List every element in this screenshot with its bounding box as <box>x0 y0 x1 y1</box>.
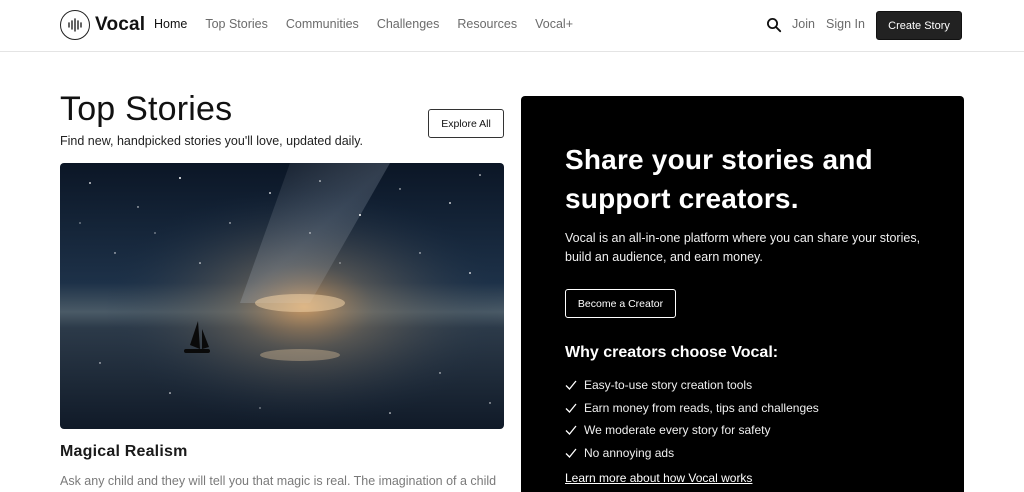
soundwave-logo-icon <box>60 10 90 40</box>
reason-text: Easy-to-use story creation tools <box>584 378 753 393</box>
reasons-list: Easy-to-use story creation tools Earn mo… <box>565 374 819 464</box>
reason-text: We moderate every story for safety <box>584 423 771 438</box>
creator-promo-panel: Share your stories and support creators.… <box>521 96 964 492</box>
become-creator-button[interactable]: Become a Creator <box>565 289 676 318</box>
check-icon <box>565 380 577 391</box>
reason-item: Earn money from reads, tips and challeng… <box>565 397 819 420</box>
top-stories-title: Top Stories <box>60 90 233 128</box>
check-icon <box>565 403 577 413</box>
reason-item: We moderate every story for safety <box>565 419 819 442</box>
featured-story-excerpt: Ask any child and they will tell you tha… <box>60 474 497 488</box>
reason-item: Easy-to-use story creation tools <box>565 374 819 397</box>
search-icon[interactable] <box>766 17 782 33</box>
nav-top-stories[interactable]: Top Stories <box>205 17 268 31</box>
check-icon <box>565 448 577 458</box>
reason-text: Earn money from reads, tips and challeng… <box>584 400 819 415</box>
join-link[interactable]: Join <box>792 17 815 31</box>
main-nav: Home Top Stories Communities Challenges … <box>154 17 591 31</box>
why-creators-heading: Why creators choose Vocal: <box>565 344 779 361</box>
sign-in-link[interactable]: Sign In <box>826 17 865 31</box>
create-story-button[interactable]: Create Story <box>876 11 962 40</box>
featured-story-title[interactable]: Magical Realism <box>60 443 188 461</box>
nav-resources[interactable]: Resources <box>457 17 517 31</box>
nav-home[interactable]: Home <box>154 17 187 31</box>
top-stories-subtitle: Find new, handpicked stories you'll love… <box>60 134 364 148</box>
reason-text: No annoying ads <box>584 445 675 460</box>
logo-text: Vocal <box>95 14 146 35</box>
nav-challenges[interactable]: Challenges <box>377 17 440 31</box>
nav-communities[interactable]: Communities <box>286 17 359 31</box>
reason-item: No annoying ads <box>565 442 819 465</box>
featured-story-image[interactable] <box>60 163 504 429</box>
vocal-logo[interactable]: Vocal <box>60 10 145 40</box>
check-icon <box>565 425 577 436</box>
site-header: Vocal Home Top Stories Communities Chall… <box>0 0 1024 52</box>
explore-all-button[interactable]: Explore All <box>428 109 504 138</box>
promo-description: Vocal is an all-in-one platform where yo… <box>565 231 921 264</box>
promo-heading: Share your stories and support creators. <box>565 144 873 214</box>
learn-more-link[interactable]: Learn more about how Vocal works <box>565 471 752 485</box>
nav-vocal-plus[interactable]: Vocal+ <box>535 17 573 31</box>
